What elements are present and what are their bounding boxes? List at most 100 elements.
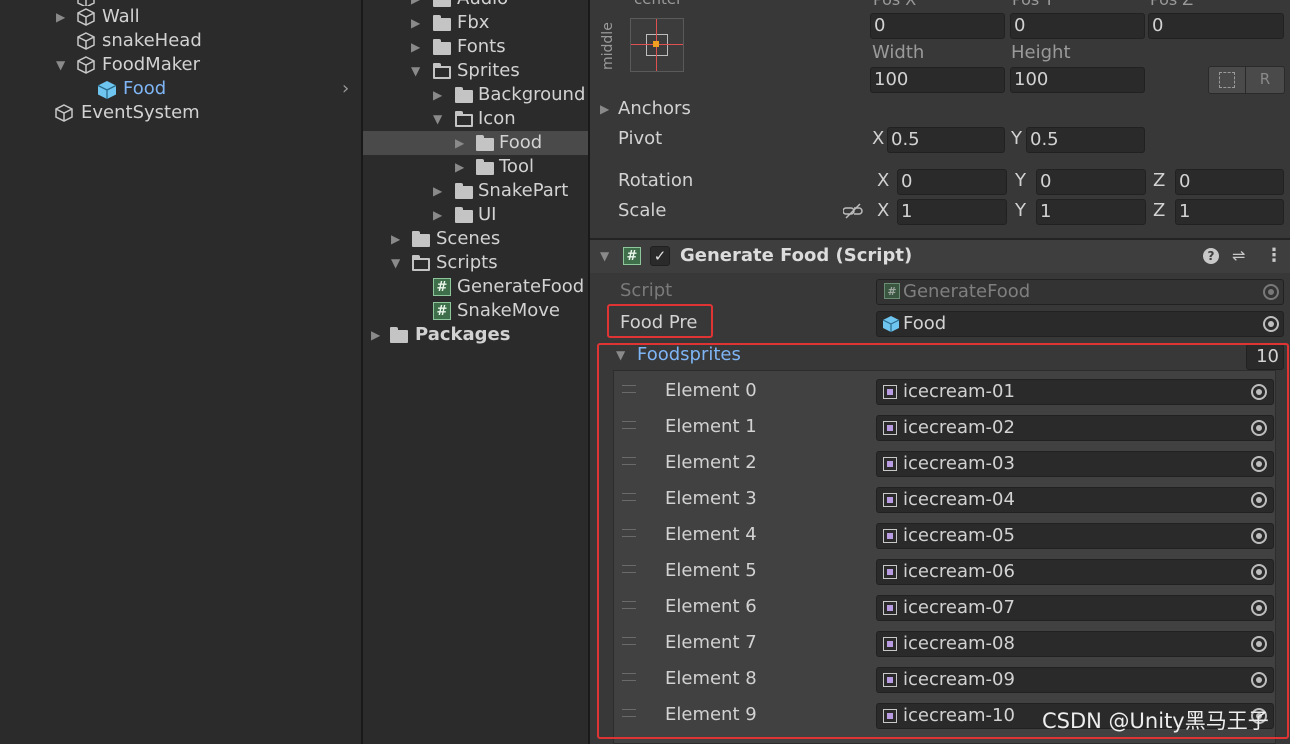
folder-icon [455,87,473,103]
rotation-x-field[interactable]: 0 [897,169,1007,195]
pivot-x-field[interactable]: 0.5 [887,127,1005,153]
rotation-z-field[interactable]: 0 [1175,169,1284,195]
pos-y-field[interactable]: 0 [1010,13,1145,39]
pivot-y-axis-label: Y [1011,128,1022,149]
project-item-scripts[interactable]: ▼ Scripts [391,251,581,275]
expand-arrow-icon[interactable]: ▶ [433,179,442,203]
anchor-side-label: middle [600,22,616,70]
project-item-scenes[interactable]: ▶ Scenes [391,227,581,251]
component-enabled-checkbox[interactable]: ✓ [650,246,670,266]
project-item-packages[interactable]: ▶ Packages [371,323,571,347]
height-label: Height [1011,42,1071,63]
pos-z-label: Pos Z [1150,0,1193,12]
scale-y-field[interactable]: 1 [1036,199,1146,225]
script-label: Script [620,280,673,301]
project-item-generatefood[interactable]: # GenerateFood [431,275,588,299]
anchors-foldout[interactable]: ▶ Anchors [598,97,848,121]
pos-z-field[interactable]: 0 [1148,13,1284,39]
project-item-snakemove[interactable]: # SnakeMove [431,299,588,323]
pivot-y-field[interactable]: 0.5 [1026,127,1145,153]
project-item-fbx[interactable]: ▶ Fbx [411,11,591,35]
folder-icon [433,39,451,55]
rotation-label: Rotation [618,170,694,191]
hierarchy-item-wall[interactable]: ▶ Wall [56,5,356,29]
hierarchy-item-foodmaker[interactable]: ▼ FoodMaker [56,53,356,77]
scale-label: Scale [618,200,667,221]
rotation-y-axis-label: Y [1015,170,1026,191]
project-item-fonts[interactable]: ▶ Fonts [411,35,591,59]
object-picker-icon[interactable] [1263,316,1279,332]
hierarchy-item-food[interactable]: Food › [56,77,360,101]
object-picker-icon [1263,284,1279,300]
scale-z-axis-label: Z [1153,200,1166,221]
hierarchy-item-label: EventSystem [81,102,200,123]
project-item-sprites[interactable]: ▼ Sprites [411,59,591,83]
collapse-arrow-icon[interactable]: ▼ [600,244,609,268]
inspector-panel: center middle Pos X Pos Y Pos Z 0 0 0 Wi… [590,0,1290,744]
expand-arrow-icon[interactable]: ▶ [56,5,65,29]
csharp-script-icon: # [433,302,451,320]
highlight-box-food-pre [607,304,713,338]
blueprint-icon [1219,72,1235,88]
highlight-box-foodsprites [597,343,1289,739]
expand-arrow-icon[interactable]: ▶ [600,97,609,121]
folder-icon [455,183,473,199]
blueprint-mode-button[interactable] [1208,66,1246,94]
expand-arrow-icon[interactable]: ▶ [371,323,380,347]
project-item-food[interactable]: ▶ Food [363,131,588,155]
collapse-arrow-icon[interactable]: ▼ [56,53,65,77]
food-pre-field[interactable]: Food [876,311,1284,337]
project-item-background[interactable]: ▶ Background [433,83,593,107]
expand-arrow-icon[interactable]: ▶ [411,35,420,59]
folder-icon [412,231,430,247]
hierarchy-item-snakehead[interactable]: snakeHead [56,29,356,53]
presets-icon[interactable]: ⇌ [1232,244,1245,268]
folder-icon [476,135,494,151]
anchor-preset-button[interactable] [630,18,684,72]
hierarchy-item-label: FoodMaker [102,54,200,75]
hierarchy-item-label: Wall [102,6,140,27]
height-field[interactable]: 100 [1010,67,1145,93]
project-item-icon[interactable]: ▼ Icon [433,107,593,131]
expand-arrow-icon[interactable]: ▶ [433,203,442,227]
rotation-y-field[interactable]: 0 [1036,169,1146,195]
gameobject-icon [77,8,95,26]
pos-x-field[interactable]: 0 [870,13,1005,39]
expand-arrow-icon[interactable]: ▶ [391,227,400,251]
pos-x-label: Pos X [873,0,916,12]
collapse-arrow-icon[interactable]: ▼ [433,107,442,131]
raw-edit-button[interactable]: R [1245,66,1285,94]
scale-x-axis-label: X [877,200,890,221]
expand-arrow-icon[interactable]: ▶ [455,131,464,155]
scale-x-field[interactable]: 1 [897,199,1007,225]
rotation-x-axis-label: X [877,170,890,191]
kebab-menu-icon[interactable]: ⋮ [1265,244,1283,268]
prefab-icon [882,316,900,332]
gameobject-icon [77,32,95,50]
project-item-snakepart[interactable]: ▶ SnakePart [433,179,593,203]
hierarchy-item-eventsystem[interactable]: EventSystem [36,101,336,125]
help-icon[interactable]: ? [1203,248,1219,264]
scale-y-axis-label: Y [1015,200,1026,221]
watermark: CSDN @Unity黑马王子 [1042,709,1269,733]
expand-arrow-icon[interactable]: ▶ [433,83,442,107]
collapse-arrow-icon[interactable]: ▼ [411,59,420,83]
collapse-arrow-icon[interactable]: ▼ [391,251,400,275]
project-item-audio[interactable]: ▶ Audio [411,0,591,11]
chevron-right-icon[interactable]: › [342,77,349,101]
scale-z-field[interactable]: 1 [1175,199,1284,225]
constrain-proportions-icon[interactable] [843,202,863,220]
project-item-tool[interactable]: ▶ Tool [455,155,585,179]
csharp-script-icon: # [433,278,451,296]
expand-arrow-icon[interactable]: ▶ [411,11,420,35]
expand-arrow-icon[interactable]: ▶ [455,155,464,179]
width-field[interactable]: 100 [870,67,1005,93]
script-field: # GenerateFood [876,279,1284,305]
component-title: Generate Food (Script) [680,245,913,266]
project-item-ui[interactable]: ▶ UI [433,203,593,227]
csharp-script-icon: # [884,283,900,299]
component-header[interactable]: ▼ # ✓ Generate Food (Script) ? ⇌ ⋮ [590,240,1290,273]
csharp-script-icon: # [623,247,641,265]
pivot-x-axis-label: X [872,128,885,149]
anchor-top-label: center [634,0,682,8]
